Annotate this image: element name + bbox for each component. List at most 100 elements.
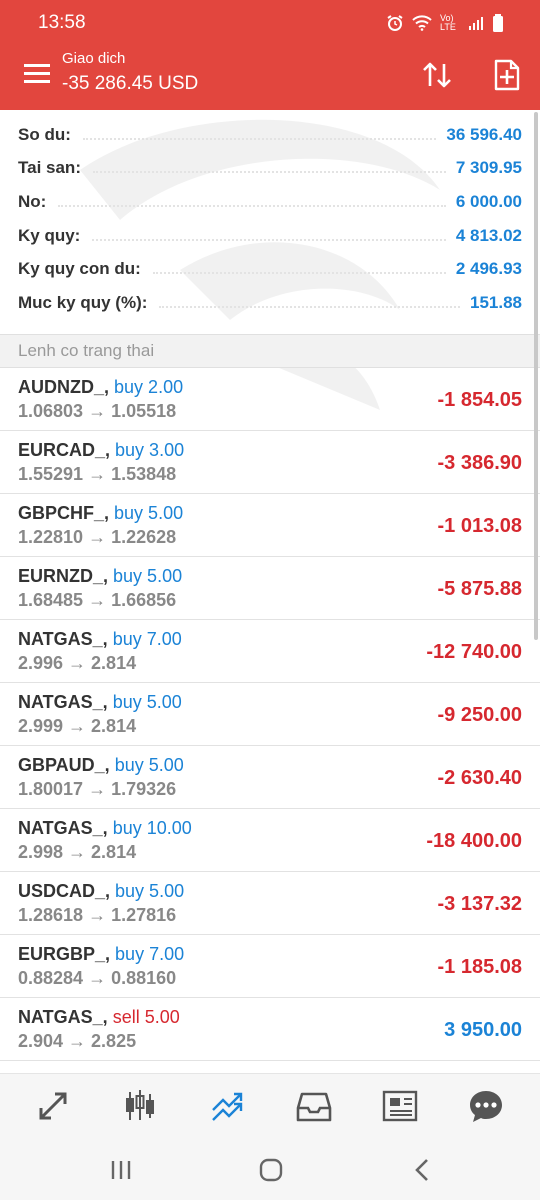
credit-value: 6 000.00 — [455, 191, 522, 211]
scrollbar[interactable] — [534, 112, 538, 640]
position-row[interactable]: USDCAD_, buy 5.00 1.28618 → 1.27816 -3 1… — [0, 872, 540, 935]
position-profit: -2 630.40 — [437, 767, 522, 789]
positions-section-header: Lenh co trang thai — [0, 334, 540, 368]
history-icon[interactable] — [296, 1088, 332, 1124]
position-profit: -3 137.32 — [437, 893, 522, 915]
position-prices: 1.28618 → 1.27816 — [18, 905, 177, 925]
battery-icon — [493, 14, 503, 32]
position-side: buy 7.00 — [115, 944, 185, 964]
balance-value: 36 596.40 — [446, 124, 522, 144]
status-time: 13:58 — [38, 12, 86, 33]
position-symbol: EURGBP_, — [18, 944, 111, 964]
position-symbol: GBPAUD_, — [18, 755, 110, 775]
summary-row: Tai san: 7 309.95 — [0, 152, 540, 186]
new-order-icon[interactable] — [490, 58, 524, 92]
position-symbol: USDCAD_, — [18, 881, 111, 901]
free-margin-label: Ky quy con du: — [18, 259, 141, 279]
chart-icon[interactable] — [122, 1088, 158, 1124]
menu-icon[interactable] — [24, 64, 50, 84]
position-side: buy 5.00 — [113, 566, 183, 586]
summary-row: Muc ky quy (%): 151.88 — [0, 286, 540, 320]
position-row[interactable]: EURGBP_, buy 7.00 0.88284 → 0.88160 -1 1… — [0, 935, 540, 998]
position-row[interactable]: NATGAS_, buy 5.00 2.999 → 2.814 -9 250.0… — [0, 683, 540, 746]
summary-row: No: 6 000.00 — [0, 185, 540, 219]
position-profit: 3 950.00 — [444, 1019, 522, 1041]
position-profit: -1 013.08 — [437, 515, 522, 537]
summary-row: Ky quy: 4 813.02 — [0, 219, 540, 253]
position-side: buy 5.00 — [112, 692, 182, 712]
page-title: Giao dich — [62, 50, 126, 67]
position-symbol: NATGAS_, — [18, 818, 108, 838]
position-row[interactable]: EURCAD_, buy 3.00 1.55291 → 1.53848 -3 3… — [0, 431, 540, 494]
summary-row: Ky quy con du: 2 496.93 — [0, 252, 540, 286]
position-prices: 1.68485 → 1.66856 — [18, 590, 177, 610]
header-balance: -35 286.45 USD — [62, 73, 199, 94]
position-profit: -3 386.90 — [437, 452, 522, 474]
wifi-icon — [412, 15, 432, 31]
quotes-icon[interactable] — [35, 1088, 71, 1124]
account-summary: So du: 36 596.40 Tai san: 7 309.95 No: 6… — [0, 118, 540, 320]
position-side: buy 7.00 — [112, 629, 182, 649]
position-row[interactable]: NATGAS_, sell 5.00 2.904 → 2.825 3 950.0… — [0, 998, 540, 1061]
signal-icon — [469, 17, 483, 30]
margin-label: Ky quy: — [18, 225, 81, 245]
position-prices: 2.998 → 2.814 — [18, 842, 137, 862]
position-symbol: AUDNZD_, — [18, 377, 110, 397]
position-prices: 2.999 → 2.814 — [18, 716, 137, 736]
position-prices: 0.88284 → 0.88160 — [18, 968, 177, 988]
position-prices: 1.80017 → 1.79326 — [18, 779, 177, 799]
position-symbol: NATGAS_, — [18, 629, 108, 649]
status-bar: 13:58 Vo) LTE — [38, 10, 504, 36]
position-symbol: GBPCHF_, — [18, 503, 110, 523]
position-prices: 1.22810 → 1.22628 — [18, 527, 177, 547]
equity-label: Tai san: — [18, 158, 81, 178]
position-side: buy 5.00 — [115, 881, 185, 901]
sort-icon[interactable] — [420, 58, 454, 92]
back-icon[interactable] — [410, 1157, 436, 1183]
app-header: 13:58 Vo) LTE Giao dich -35 286.45 USD — [0, 0, 540, 110]
position-side: buy 2.00 — [114, 377, 184, 397]
alarm-icon — [387, 15, 403, 31]
margin-level-value: 151.88 — [470, 292, 522, 312]
margin-level-label: Muc ky quy (%): — [18, 292, 148, 312]
position-prices: 2.996 → 2.814 — [18, 653, 137, 673]
position-symbol: EURCAD_, — [18, 440, 111, 460]
summary-row: So du: 36 596.40 — [0, 118, 540, 152]
bottom-nav — [0, 1073, 540, 1137]
position-prices: 1.55291 → 1.53848 — [18, 464, 177, 484]
position-profit: -5 875.88 — [437, 578, 522, 600]
position-side: sell 5.00 — [112, 1007, 180, 1027]
position-profit: -1 854.05 — [437, 389, 522, 411]
margin-value: 4 813.02 — [455, 225, 522, 245]
position-side: buy 10.00 — [112, 818, 192, 838]
position-profit: -1 185.08 — [437, 956, 522, 978]
position-row[interactable]: NATGAS_, buy 7.00 2.996 → 2.814 -12 740.… — [0, 620, 540, 683]
free-margin-value: 2 496.93 — [455, 259, 522, 279]
equity-value: 7 309.95 — [455, 158, 522, 178]
position-row[interactable]: GBPCHF_, buy 5.00 1.22810 → 1.22628 -1 0… — [0, 494, 540, 557]
chat-icon[interactable] — [468, 1088, 504, 1124]
position-row[interactable]: EURNZD_, buy 5.00 1.68485 → 1.66856 -5 8… — [0, 557, 540, 620]
trade-icon[interactable] — [209, 1088, 245, 1124]
recent-apps-icon[interactable] — [108, 1157, 134, 1183]
home-icon[interactable] — [258, 1157, 284, 1183]
position-row[interactable]: GBPAUD_, buy 5.00 1.80017 → 1.79326 -2 6… — [0, 746, 540, 809]
position-profit: -9 250.00 — [437, 704, 522, 726]
section-title: Lenh co trang thai — [18, 341, 155, 360]
system-nav-bar — [0, 1137, 540, 1200]
position-profit: -18 400.00 — [426, 830, 522, 852]
network-label: Vo) LTE — [440, 13, 456, 32]
positions-list: AUDNZD_, buy 2.00 1.06803 → 1.05518 -1 8… — [0, 368, 540, 1061]
position-symbol: NATGAS_, — [18, 692, 108, 712]
credit-label: No: — [18, 191, 47, 211]
position-profit: -12 740.00 — [426, 641, 522, 663]
position-prices: 1.06803 → 1.05518 — [18, 401, 177, 421]
position-prices: 2.904 → 2.825 — [18, 1031, 137, 1051]
position-symbol: NATGAS_, — [18, 1007, 108, 1027]
position-symbol: EURNZD_, — [18, 566, 109, 586]
position-side: buy 5.00 — [114, 503, 184, 523]
position-row[interactable]: NATGAS_, buy 10.00 2.998 → 2.814 -18 400… — [0, 809, 540, 872]
position-row[interactable]: AUDNZD_, buy 2.00 1.06803 → 1.05518 -1 8… — [0, 368, 540, 431]
news-icon[interactable] — [382, 1088, 418, 1124]
position-side: buy 3.00 — [115, 440, 185, 460]
